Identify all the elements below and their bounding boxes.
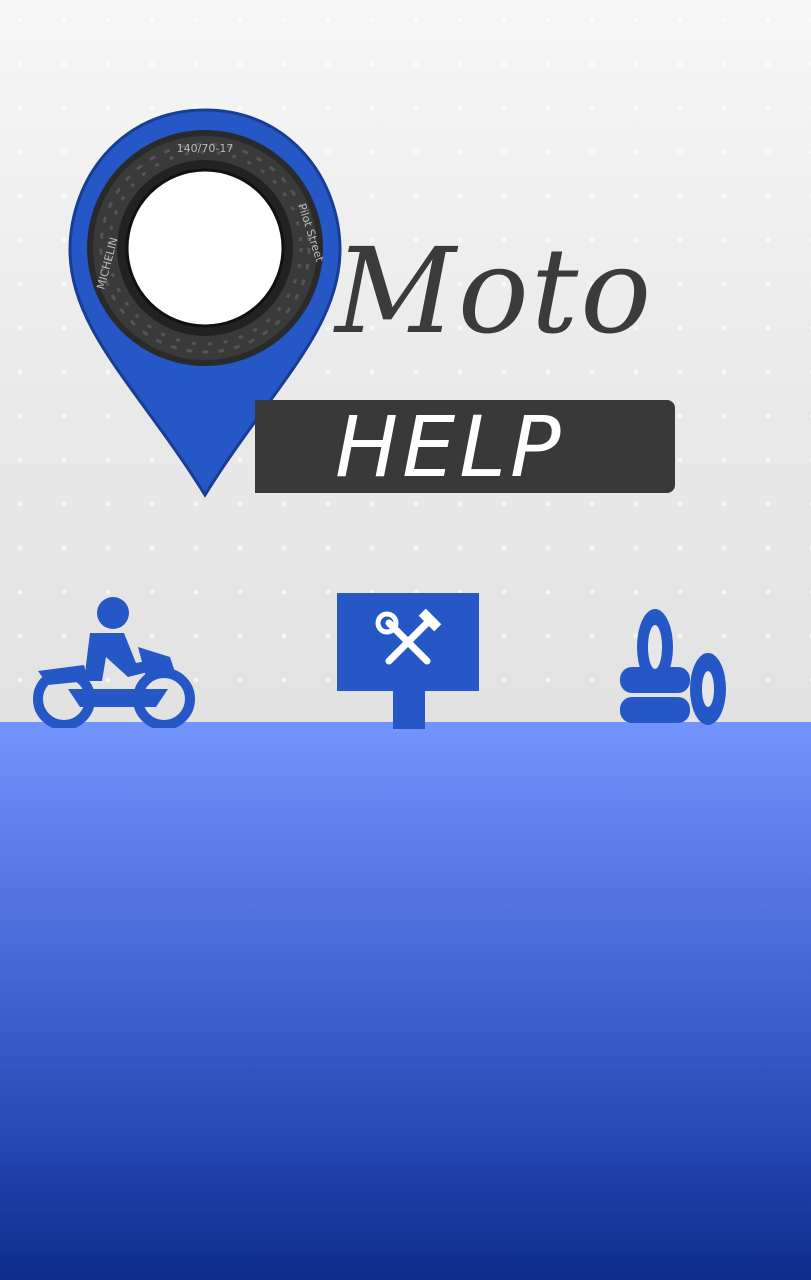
brand-word-moto: Moto (335, 222, 654, 360)
repair-shop-sign-icon[interactable] (337, 593, 482, 731)
brand-word-help: HELP (335, 398, 565, 496)
tyre-size-text: 140/70-17 (177, 142, 234, 155)
motorcycle-rider-icon[interactable] (28, 593, 198, 728)
blue-gradient-panel (0, 722, 811, 1280)
tyres-stack-icon[interactable] (620, 607, 730, 729)
service-icons-row (0, 585, 811, 730)
